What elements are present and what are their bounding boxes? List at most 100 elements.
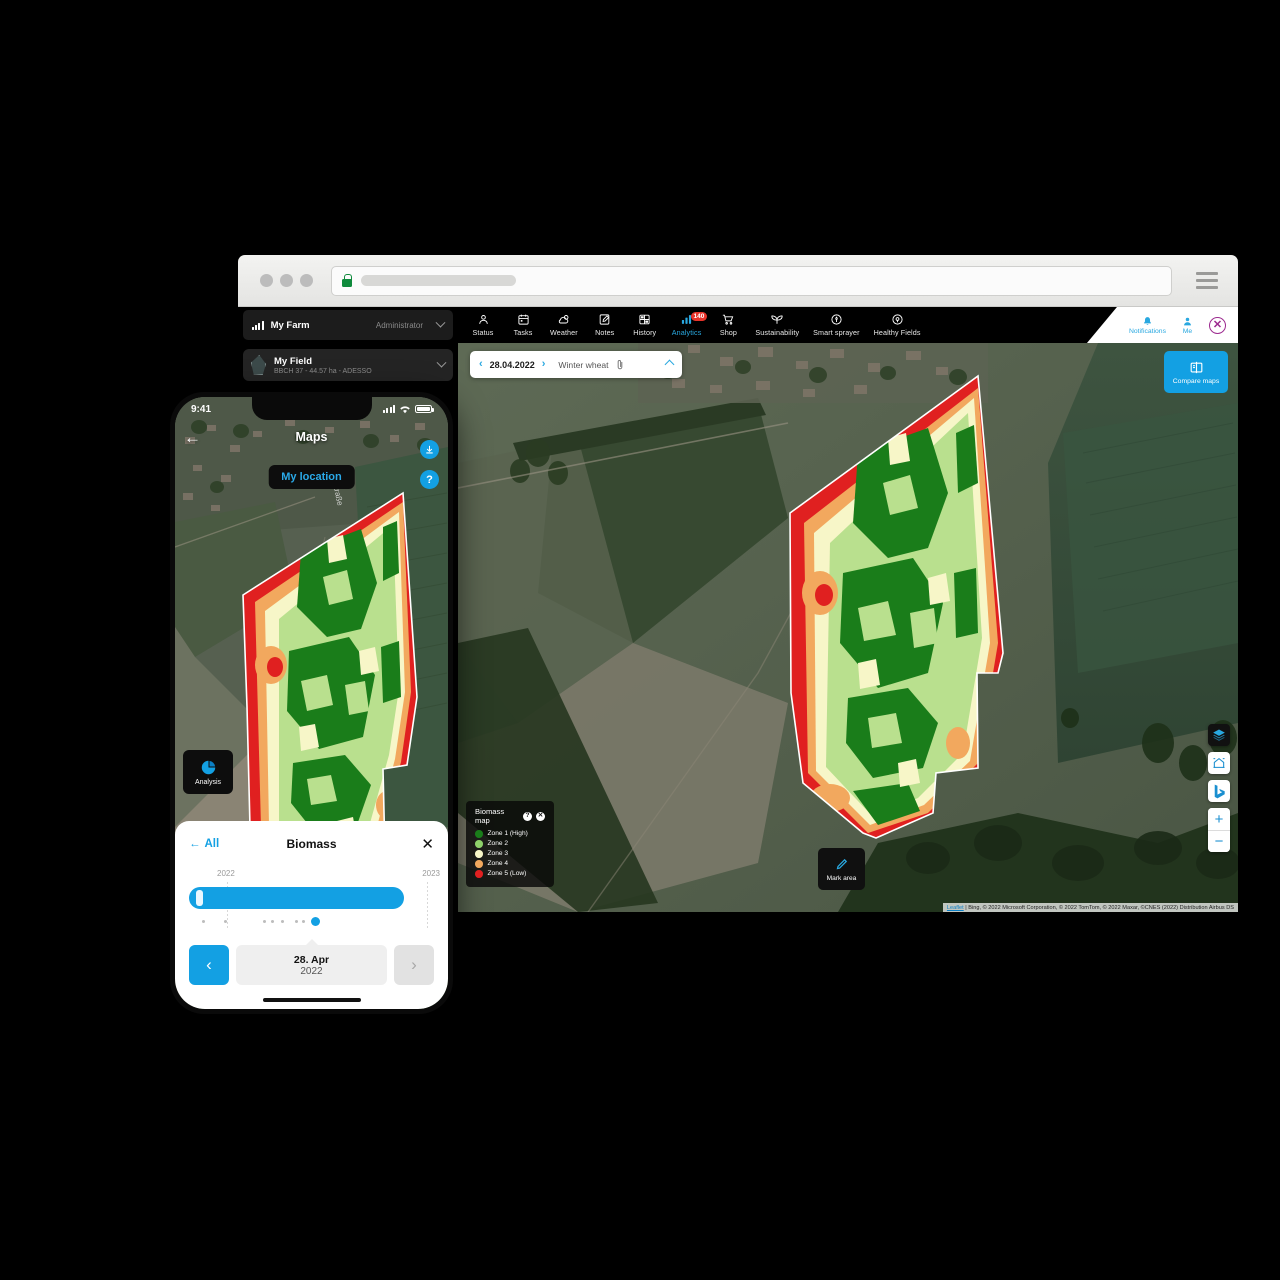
address-bar[interactable] — [331, 265, 1172, 296]
notifications-button[interactable]: Notifications — [1129, 316, 1166, 335]
nav-label: Shop — [719, 328, 737, 337]
leaflet-link[interactable]: Leaflet — [947, 905, 964, 911]
date-navigation-bar[interactable]: ‹ 28.04.2022 › Winter wheat — [470, 351, 682, 378]
healthy-fields-icon — [891, 314, 903, 325]
bell-icon — [1144, 316, 1151, 325]
chevron-down-icon — [436, 357, 447, 368]
notes-icon — [599, 314, 610, 325]
timeline-dot[interactable] — [302, 920, 305, 923]
timeline-selected-dot[interactable] — [311, 917, 320, 926]
timeline-dot[interactable] — [263, 920, 266, 923]
nav-item-sustainability[interactable]: Sustainability — [748, 313, 806, 337]
map-controls: + − — [1208, 724, 1230, 852]
timeline-dot[interactable] — [295, 920, 298, 923]
biomass-overlay[interactable] — [458, 343, 1238, 912]
nav-item-history[interactable]: History — [625, 313, 665, 337]
phone-screen: Ortsstraße — [175, 397, 448, 1009]
legend-label: Zone 5 (Low) — [487, 870, 527, 878]
timeline-dot[interactable] — [202, 920, 205, 923]
nav-item-smart-sprayer[interactable]: Smart sprayer — [806, 313, 866, 337]
mark-area-label: Mark area — [826, 874, 857, 882]
selected-date[interactable]: 28. Apr 2022 — [236, 945, 387, 985]
signal-icon — [383, 405, 395, 413]
home-button[interactable] — [1208, 752, 1230, 774]
legend-row: Zone 5 (Low) — [475, 870, 545, 878]
nav-item-healthy-fields[interactable]: Healthy Fields — [867, 313, 928, 337]
window-traffic-lights[interactable] — [254, 274, 313, 287]
map-canvas[interactable]: ‹ 28.04.2022 › Winter wheat Compare maps — [458, 343, 1238, 912]
maximize-window-dot[interactable] — [300, 274, 313, 287]
sustainability-icon — [771, 315, 783, 324]
nav-item-tasks[interactable]: Tasks — [503, 313, 543, 337]
timeline-track[interactable] — [189, 887, 404, 909]
timeline-dot[interactable] — [271, 920, 274, 923]
weather-icon — [558, 315, 569, 324]
legend-label: Zone 2 — [487, 840, 509, 848]
nav-label: Notes — [595, 328, 615, 337]
nav-label: Tasks — [513, 328, 533, 337]
bing-logo-icon — [1214, 784, 1225, 798]
year-label-left: 2022 — [217, 869, 235, 878]
next-date-button[interactable]: › — [542, 359, 546, 370]
legend-label: Zone 4 — [487, 860, 509, 868]
nav-item-analytics[interactable]: 140 Analytics — [665, 312, 709, 337]
prev-date-button[interactable]: ‹ — [189, 945, 229, 985]
compare-maps-button[interactable]: Compare maps — [1164, 351, 1228, 393]
cart-icon — [723, 314, 734, 325]
legend-row: Zone 4 — [475, 860, 545, 868]
bing-logo-button[interactable] — [1208, 780, 1230, 802]
zoom-in-button[interactable]: + — [1208, 808, 1230, 830]
close-window-dot[interactable] — [260, 274, 273, 287]
layers-button[interactable] — [1208, 724, 1230, 746]
status-icon — [478, 315, 488, 324]
minimize-window-dot[interactable] — [280, 274, 293, 287]
nav-item-notes[interactable]: Notes — [585, 313, 625, 337]
close-icon[interactable]: ✕ — [421, 837, 434, 852]
nav-label: History — [633, 328, 657, 337]
help-button[interactable]: ? — [420, 470, 439, 489]
field-title: My Field — [274, 355, 313, 367]
legend-row: Zone 1 (High) — [475, 830, 545, 838]
home-indicator — [262, 998, 361, 1002]
me-button[interactable]: Me — [1182, 316, 1193, 335]
field-selector[interactable]: My Field BBCH 37 - 44.57 ha - ADESSO — [243, 349, 453, 381]
legend-close-icon[interactable]: ✕ — [536, 811, 545, 821]
timeline-dot[interactable] — [224, 920, 227, 923]
next-date-button[interactable]: › — [394, 945, 434, 985]
phone-mockup: Ortsstraße — [170, 392, 453, 1014]
nav-label: Status — [472, 328, 494, 337]
download-button[interactable] — [420, 440, 439, 459]
farm-selector[interactable]: My Farm Administrator — [243, 310, 453, 340]
nav-item-weather[interactable]: Weather — [543, 313, 585, 337]
analysis-button[interactable]: Analysis — [183, 750, 233, 794]
chevron-up-icon[interactable] — [664, 359, 675, 370]
compare-maps-label: Compare maps — [1172, 377, 1220, 385]
paperclip-icon[interactable] — [616, 359, 624, 370]
analysis-label: Analysis — [194, 778, 222, 786]
my-location-button[interactable]: My location — [268, 465, 355, 489]
nav-item-status[interactable]: Status — [463, 313, 503, 337]
prev-date-button[interactable]: ‹ — [479, 359, 483, 370]
timeline-dot[interactable] — [281, 920, 284, 923]
date-nav-row: ‹ 28. Apr 2022 › — [189, 945, 434, 985]
timeline[interactable]: 2022 2023 — [189, 869, 440, 931]
zoom-out-button[interactable]: − — [1208, 830, 1230, 852]
current-date: 28.04.2022 — [489, 359, 535, 370]
brand-logo-icon[interactable]: ✕ — [1209, 316, 1226, 334]
legend-label: Zone 1 (High) — [487, 830, 528, 838]
crop-name: Winter wheat — [558, 359, 609, 370]
notifications-label: Notifications — [1128, 327, 1166, 335]
mark-area-button[interactable]: Mark area — [818, 848, 865, 890]
legend-swatch — [475, 860, 483, 868]
download-icon — [426, 445, 433, 454]
attribution-text: | Bing, © 2022 Microsoft Corporation, © … — [963, 904, 1234, 911]
nav-item-shop[interactable]: Shop — [708, 313, 748, 337]
nav-label: Analytics — [671, 328, 702, 337]
hamburger-icon[interactable] — [1196, 271, 1222, 290]
timeline-handle[interactable] — [196, 890, 203, 906]
chevron-down-icon — [435, 317, 446, 328]
nav-label: Smart sprayer — [813, 328, 860, 337]
legend-title: Biomass map — [475, 807, 505, 825]
legend-help-icon[interactable]: ? — [523, 811, 532, 821]
status-indicators — [383, 405, 434, 414]
